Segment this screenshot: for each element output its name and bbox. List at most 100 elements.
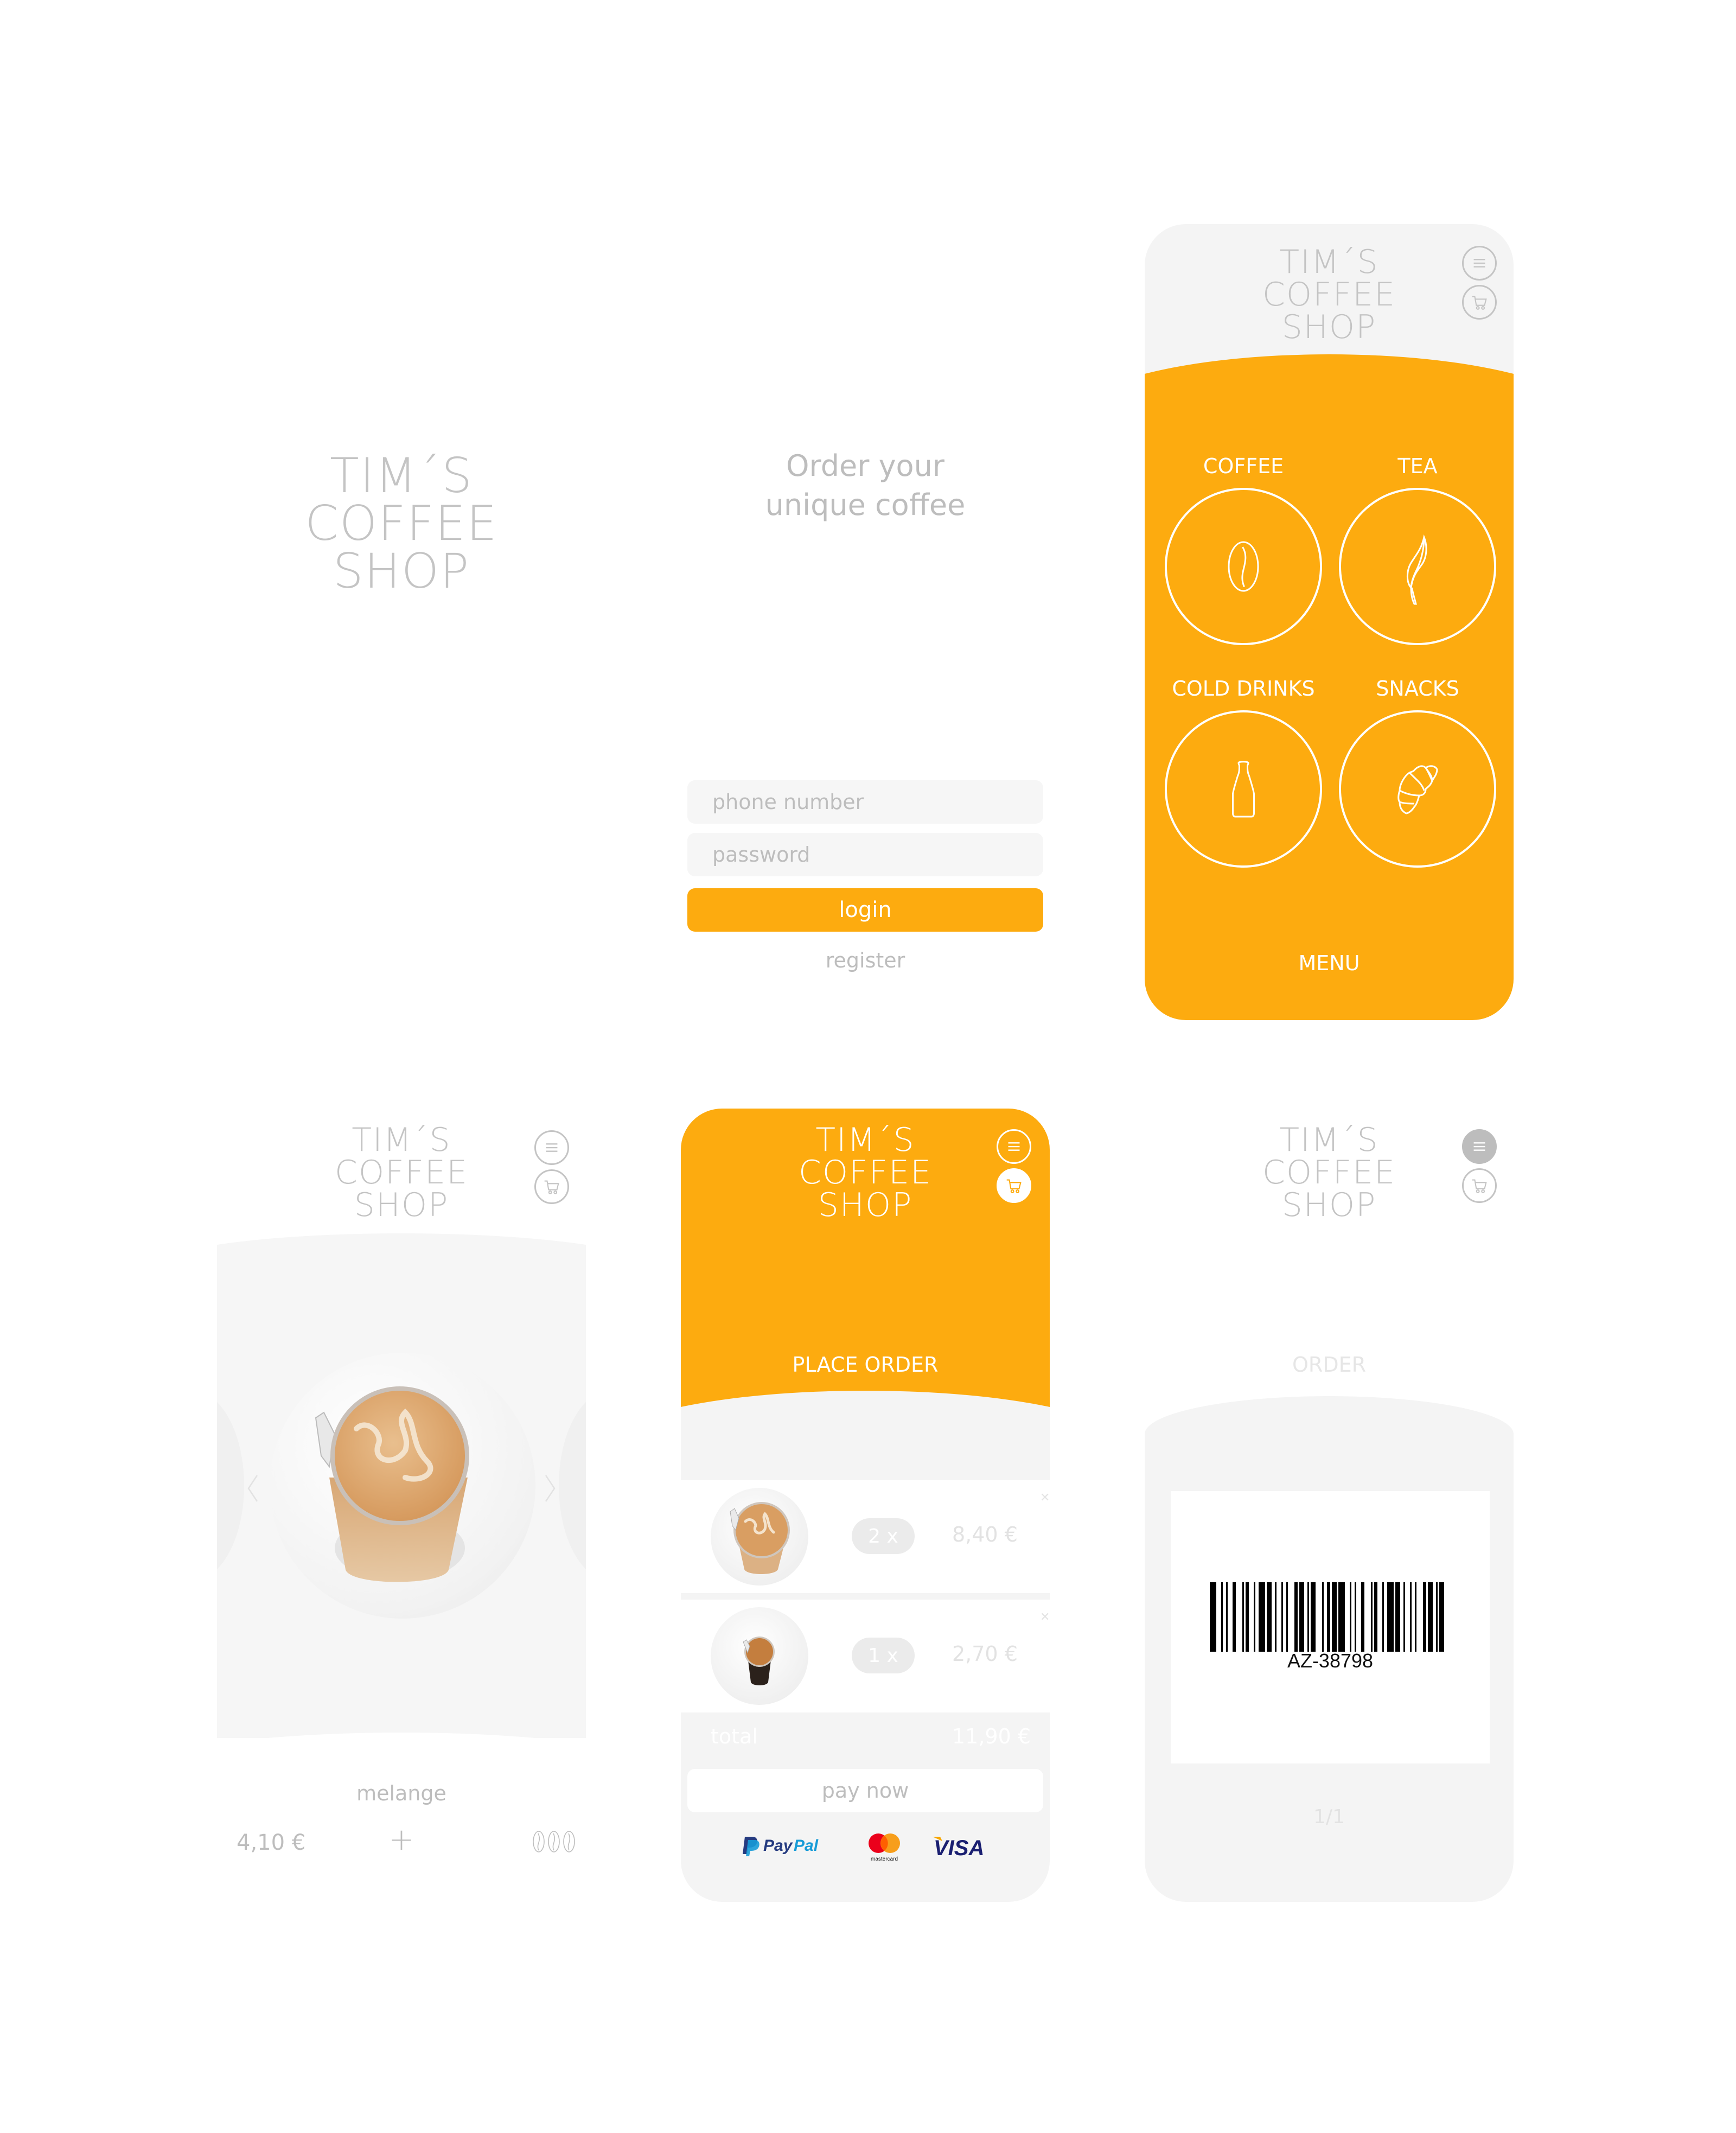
brand-logo: TIM´S COFFEE SHOP	[1145, 1124, 1514, 1221]
coffee-bean-icon	[1228, 541, 1259, 592]
tagline-line-1: Order your	[786, 449, 945, 483]
remove-item-icon[interactable]: ✕	[1040, 1491, 1050, 1504]
category-cold-drinks[interactable]: COLD DRINKS	[1165, 674, 1322, 868]
barcode-bar	[1410, 1582, 1412, 1652]
barcode-bar	[1338, 1582, 1345, 1652]
hamburger-menu-button[interactable]	[997, 1129, 1031, 1164]
menu-screen: TIM´S COFFEE SHOP COFFEE TEA COLD DRINKS…	[1145, 224, 1514, 1020]
product-name: melange	[356, 1781, 446, 1805]
category-snacks[interactable]: SNACKS	[1339, 674, 1496, 868]
barcode-bar	[1281, 1582, 1283, 1652]
category-circle[interactable]	[1165, 710, 1322, 868]
strength-rating	[532, 1830, 576, 1853]
barcode-bar	[1332, 1582, 1337, 1652]
barcode-bar	[1233, 1582, 1236, 1652]
bottle-icon	[1232, 761, 1255, 818]
barcode-bar	[1423, 1582, 1426, 1652]
hamburger-icon	[1008, 1142, 1020, 1151]
shopping-cart-icon	[1006, 1179, 1022, 1193]
visa-option[interactable]: VISA	[931, 1833, 991, 1861]
order-title: ORDER	[1292, 1353, 1366, 1377]
mastercard-option[interactable]: mastercard	[865, 1830, 903, 1867]
cart-button[interactable]	[534, 1169, 569, 1204]
category-label: COLD DRINKS	[1172, 677, 1315, 701]
logo-line-1: TIM´S	[330, 448, 473, 504]
category-label: TEA	[1397, 454, 1438, 478]
payment-methods: Pay Pal mastercard VISA	[681, 1830, 1050, 1868]
remove-item-icon[interactable]: ✕	[1040, 1610, 1050, 1623]
logo-line-3: SHOP	[1281, 308, 1377, 346]
visa-logo-icon: VISA	[933, 1836, 984, 1860]
login-button[interactable]: login	[687, 888, 1043, 932]
add-to-cart-button[interactable]: +	[388, 1824, 415, 1856]
chevron-left-icon[interactable]	[244, 1472, 260, 1505]
category-circle[interactable]	[1339, 488, 1496, 645]
logo-line-2: COFFEE	[305, 495, 498, 551]
barcode-bar	[1428, 1582, 1433, 1652]
order-code: AZ-38798	[1287, 1650, 1374, 1672]
barcode-bar	[1403, 1582, 1405, 1652]
category-coffee[interactable]: COFFEE	[1165, 452, 1322, 645]
phone-number-input[interactable]	[687, 780, 1043, 824]
cart-item: 2 x 8,40 € ✕	[681, 1480, 1050, 1593]
pay-now-label: pay now	[821, 1779, 909, 1803]
barcode-bar	[1286, 1582, 1288, 1652]
logo-line-1: TIM´S	[352, 1121, 451, 1159]
item-price: 8,40 €	[952, 1523, 1018, 1546]
password-input[interactable]	[687, 833, 1043, 876]
barcode-panel: AZ-38798	[1171, 1491, 1490, 1763]
brand-logo: TIM´S COFFEE SHOP	[1145, 246, 1514, 343]
barcode-bar	[1350, 1582, 1351, 1652]
quantity-pill[interactable]: 2 x	[852, 1518, 915, 1554]
barcode-bar	[1259, 1582, 1265, 1652]
splash-screen: TIM´S COFFEE SHOP	[217, 224, 586, 1020]
product-photo-melange	[270, 1353, 535, 1619]
svg-text:mastercard: mastercard	[871, 1856, 898, 1862]
category-tea[interactable]: TEA	[1339, 452, 1496, 645]
barcode-bar	[1322, 1582, 1324, 1652]
cart-button[interactable]	[1462, 285, 1497, 320]
coffee-bean-icon	[563, 1831, 575, 1852]
croissant-icon	[1397, 765, 1438, 814]
paypal-option[interactable]: Pay Pal	[742, 1832, 828, 1862]
logo-line-2: COFFEE	[1262, 1154, 1396, 1192]
cart-button[interactable]	[1462, 1168, 1497, 1203]
tagline: Order your unique coffee	[681, 447, 1050, 525]
hamburger-menu-button[interactable]	[1462, 246, 1497, 281]
cart-screen: TIM´S COFFEE SHOP PLACE ORDER 2 x 8,40 €…	[681, 1109, 1050, 1902]
item-price: 2,70 €	[952, 1642, 1018, 1666]
barcode-bar	[1382, 1582, 1384, 1652]
espresso-cup-illustration	[743, 1637, 775, 1685]
shopping-cart-icon	[1472, 1179, 1487, 1193]
hamburger-icon	[1473, 1142, 1485, 1151]
brand-logo: TIM´S COFFEE SHOP	[217, 452, 586, 595]
hamburger-menu-button-active[interactable]	[1462, 1129, 1497, 1164]
hamburger-menu-button[interactable]	[534, 1130, 569, 1165]
barcode-bar	[1254, 1582, 1255, 1652]
barcode-bar	[1311, 1582, 1316, 1652]
cart-item-photo	[711, 1488, 808, 1586]
category-label: COFFEE	[1203, 454, 1284, 478]
tea-leaf-icon	[1406, 534, 1427, 605]
register-link[interactable]: register	[681, 948, 1050, 972]
order-total-row: total 11,90 €	[681, 1724, 1050, 1757]
pay-now-button[interactable]: pay now	[687, 1769, 1043, 1812]
coffee-bean-icon	[548, 1831, 560, 1852]
menu-footer-label[interactable]: MENU	[1145, 951, 1514, 975]
order-pager: 1/1	[1313, 1806, 1345, 1828]
logo-line-3: SHOP	[1281, 1186, 1377, 1224]
login-screen: Order your unique coffee login register	[681, 224, 1050, 1020]
total-label: total	[711, 1724, 758, 1748]
barcode-graphic	[1210, 1582, 1444, 1652]
chevron-right-icon[interactable]	[542, 1472, 559, 1505]
barcode-bar	[1267, 1582, 1272, 1652]
login-button-label: login	[839, 897, 892, 922]
mastercard-logo-icon: mastercard	[869, 1833, 900, 1862]
cart-button-active[interactable]	[997, 1168, 1031, 1203]
category-circle[interactable]	[1339, 710, 1496, 868]
barcode-bar	[1246, 1582, 1249, 1652]
category-circle[interactable]	[1165, 488, 1322, 645]
quantity-pill[interactable]: 1 x	[852, 1638, 915, 1673]
logo-line-1: TIM´S	[815, 1121, 915, 1159]
barcode-bar	[1355, 1582, 1356, 1652]
